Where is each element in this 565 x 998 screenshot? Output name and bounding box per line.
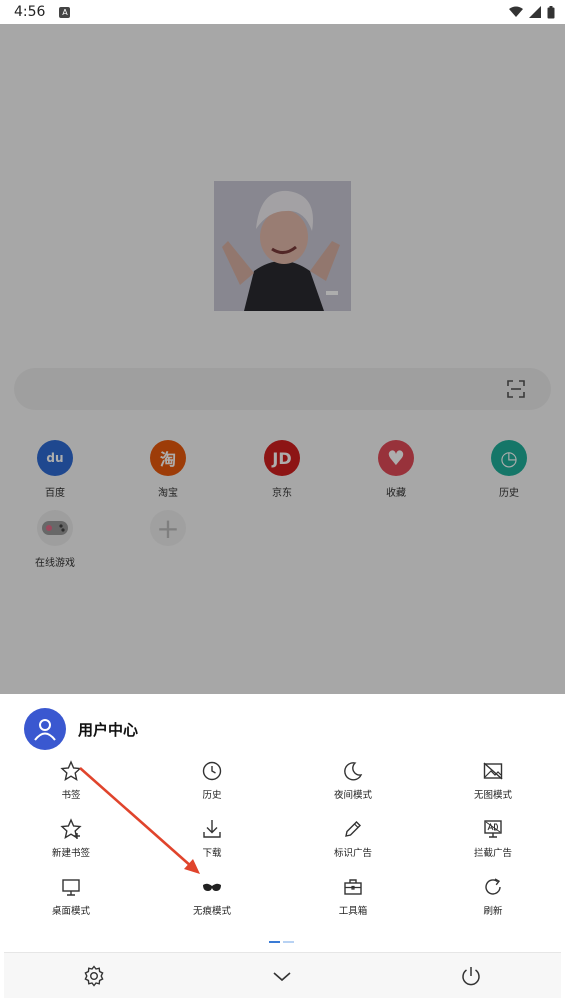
menu-bookmarks[interactable]: 书签 [21,760,121,801]
menu-new-bookmark[interactable]: 新建书签 [21,818,121,859]
refresh-icon [485,878,501,895]
menu-history[interactable]: 历史 [162,760,262,801]
signal-icon [529,6,541,18]
menu-label: 夜间模式 [333,790,372,801]
menu-label: 新建书签 [51,848,90,859]
power-icon[interactable] [459,964,483,988]
menu-label: 历史 [202,790,222,801]
mask-icon [203,883,221,891]
battery-icon [547,5,555,18]
clock-icon [202,761,222,781]
monitor-icon [62,879,80,896]
block-ad-icon [484,820,502,838]
menu-download[interactable]: 下载 [162,818,262,859]
bottom-bar [4,952,561,998]
menu-label: 无痕模式 [192,906,231,917]
chevron-down-icon[interactable] [270,964,294,988]
menu-night-mode[interactable]: 夜间模式 [303,760,403,801]
moon-icon [344,762,363,781]
menu-label: 下载 [202,848,222,859]
menu-label: 无图模式 [473,790,512,801]
page-indicator [269,941,294,943]
user-center-title: 用户中心 [78,720,139,739]
menu-block-ads[interactable]: 拦截广告 [443,818,543,859]
status-time: 4:56 [14,4,46,20]
menu-no-image-mode[interactable]: 无图模式 [443,760,543,801]
avatar[interactable] [24,708,66,750]
menu-label: 工具箱 [338,906,368,917]
menu-label: 标识广告 [333,848,372,859]
page-dot-active [269,941,280,943]
status-bar: 4:56 A [0,0,565,24]
menu-toolbox[interactable]: 工具箱 [303,876,403,917]
page-dot [283,941,294,943]
menu-label: 刷新 [483,906,503,917]
menu-desktop-mode[interactable]: 桌面模式 [21,876,121,917]
menu-sheet: 用户中心 书签 历史 夜间模式 无图模式 新建书签 下载 标识广告 拦截广告 桌… [0,694,565,998]
toolbox-icon [344,879,362,895]
no-image-icon [483,762,503,780]
menu-mark-ads[interactable]: 标识广告 [303,818,403,859]
user-icon [34,719,56,741]
wifi-icon [509,6,523,17]
menu-incognito-mode[interactable]: 无痕模式 [162,876,262,917]
menu-label: 拦截广告 [473,848,512,859]
settings-gear-icon[interactable] [82,964,106,988]
download-icon [203,820,221,838]
menu-refresh[interactable]: 刷新 [443,876,543,917]
user-center-row[interactable]: 用户中心 [24,708,138,750]
status-icons [509,5,555,19]
star-plus-icon [60,818,82,840]
menu-label: 书签 [61,790,81,801]
star-icon [60,760,82,782]
notification-icon: A [59,6,71,18]
menu-label: 桌面模式 [51,906,90,917]
pencil-icon [345,821,361,837]
dim-overlay[interactable] [0,24,565,694]
